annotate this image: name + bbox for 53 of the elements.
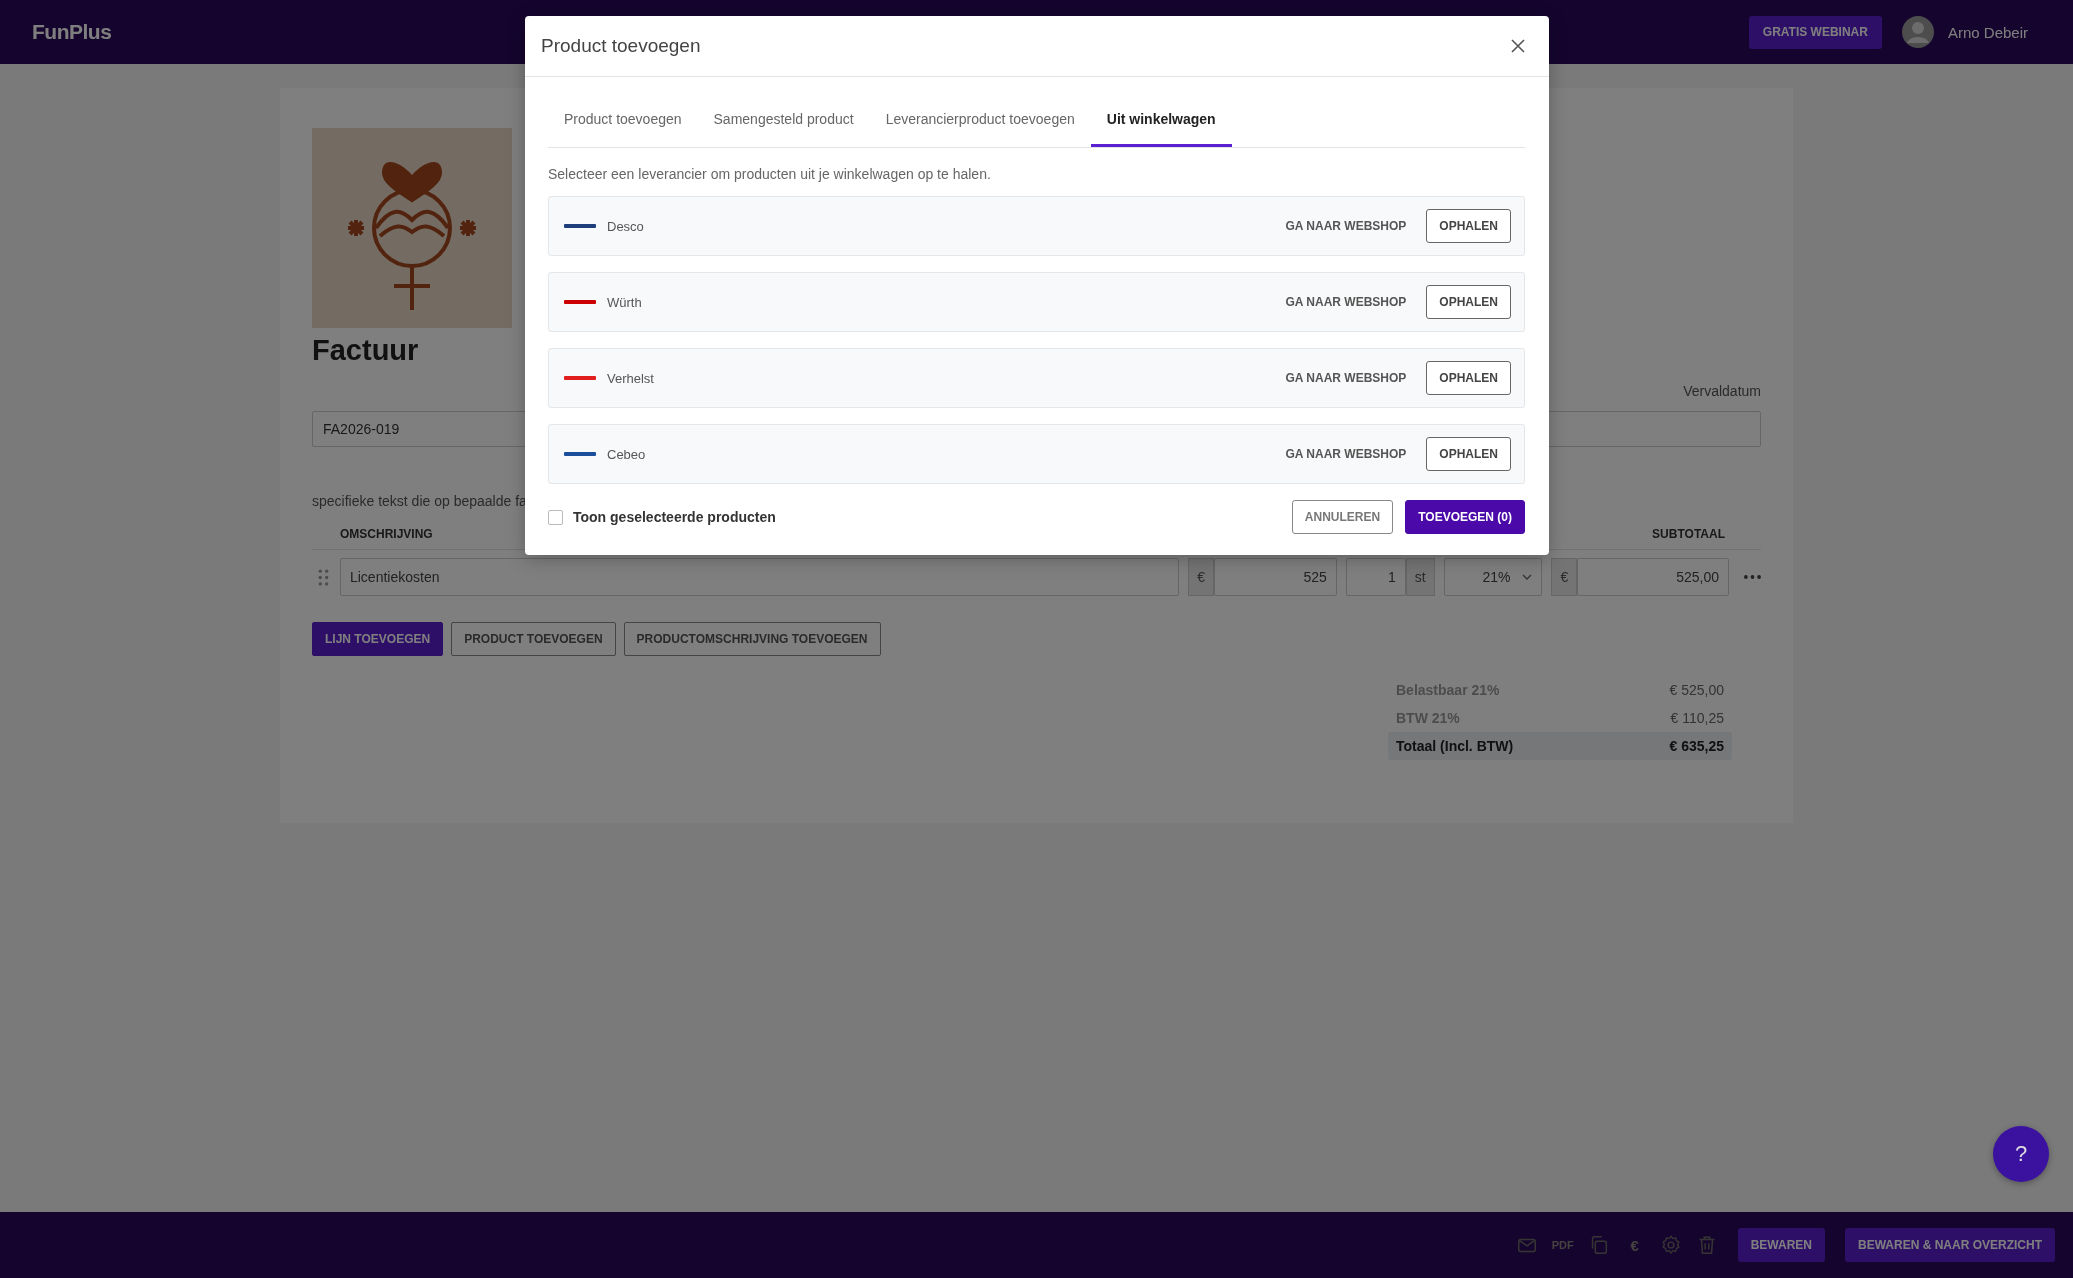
tab[interactable]: Uit winkelwagen: [1090, 95, 1232, 147]
tab[interactable]: Samengesteld product: [697, 95, 870, 147]
tab[interactable]: Leverancierproduct toevoegen: [869, 95, 1091, 147]
currency-addon: €: [1188, 558, 1214, 596]
total-value: € 635,25: [1669, 738, 1724, 754]
add-line-button[interactable]: LIJN TOEVOEGEN: [312, 622, 444, 656]
save-button[interactable]: BEWAREN & NAAR OVERZICHT: [1845, 1228, 2055, 1262]
tab[interactable]: Product toevoegen: [548, 95, 698, 147]
column-header: OMSCHRIJVING: [340, 527, 433, 541]
checkbox[interactable]: [548, 509, 563, 525]
due-date-label: Vervaldatum: [1683, 383, 1761, 399]
settings-icon[interactable]: [1659, 1234, 1682, 1256]
supplier-name: Cebeo: [607, 446, 646, 462]
cancel-button[interactable]: ANNULEREN: [1291, 500, 1394, 534]
price-field[interactable]: 525: [1213, 558, 1337, 596]
add-line-button[interactable]: PRODUCTOMSCHRIJVING TOEVOEGEN: [623, 622, 881, 656]
app-logo[interactable]: FunPlus: [32, 20, 112, 44]
webshop-link[interactable]: GA NAAR WEBSHOP: [1285, 371, 1407, 385]
column-header: SUBTOTAAL: [1652, 527, 1725, 541]
webshop-link[interactable]: GA NAAR WEBSHOP: [1285, 295, 1407, 309]
close-icon[interactable]: [1511, 39, 1525, 53]
supplier-name: Würth: [607, 294, 642, 310]
quantity-field[interactable]: 1: [1345, 558, 1406, 596]
help-button[interactable]: ?: [1993, 1126, 2049, 1182]
invoice-title: Factuur: [312, 334, 420, 367]
total-value: € 525,00: [1669, 682, 1724, 698]
fetch-button[interactable]: OPHALEN: [1426, 361, 1511, 395]
supplier-name: Verhelst: [607, 370, 654, 386]
checkbox-label[interactable]: Toon geselecteerde producten: [573, 509, 776, 525]
add-button[interactable]: TOEVOEGEN (0): [1405, 500, 1525, 534]
save-button[interactable]: BEWAREN: [1737, 1228, 1825, 1262]
user-name[interactable]: Arno Debeir: [1947, 23, 2028, 41]
fetch-button[interactable]: OPHALEN: [1426, 437, 1511, 471]
modal-title: Product toevoegen: [541, 35, 701, 57]
fetch-button[interactable]: OPHALEN: [1426, 285, 1511, 319]
subtotal-field[interactable]: 525,00: [1577, 558, 1730, 596]
instruction-text: Selecteer een leverancier om producten uit je winkelwagen op te halen.: [548, 166, 992, 182]
webshop-link[interactable]: GA NAAR WEBSHOP: [1285, 219, 1407, 233]
webshop-link[interactable]: GA NAAR WEBSHOP: [1285, 447, 1407, 461]
webinar-button[interactable]: GRATIS WEBINAR: [1748, 15, 1882, 49]
vat-select[interactable]: 21%: [1443, 558, 1543, 596]
unit-addon: st: [1405, 558, 1435, 596]
currency-addon: €: [1551, 558, 1578, 596]
fetch-button[interactable]: OPHALEN: [1426, 209, 1511, 243]
drag-handle-icon[interactable]: [318, 568, 329, 586]
more-icon[interactable]: [1744, 575, 1761, 579]
total-value: € 110,25: [1670, 710, 1724, 726]
chevron-down-icon: [1522, 574, 1533, 580]
add-line-button[interactable]: PRODUCT TOEVOEGEN: [451, 622, 616, 656]
description-field[interactable]: Licentiekosten: [339, 558, 1180, 596]
total-label: Totaal (Incl. BTW): [1396, 738, 1514, 754]
avatar-icon[interactable]: [1901, 16, 1934, 48]
supplier-name: Desco: [607, 218, 644, 234]
